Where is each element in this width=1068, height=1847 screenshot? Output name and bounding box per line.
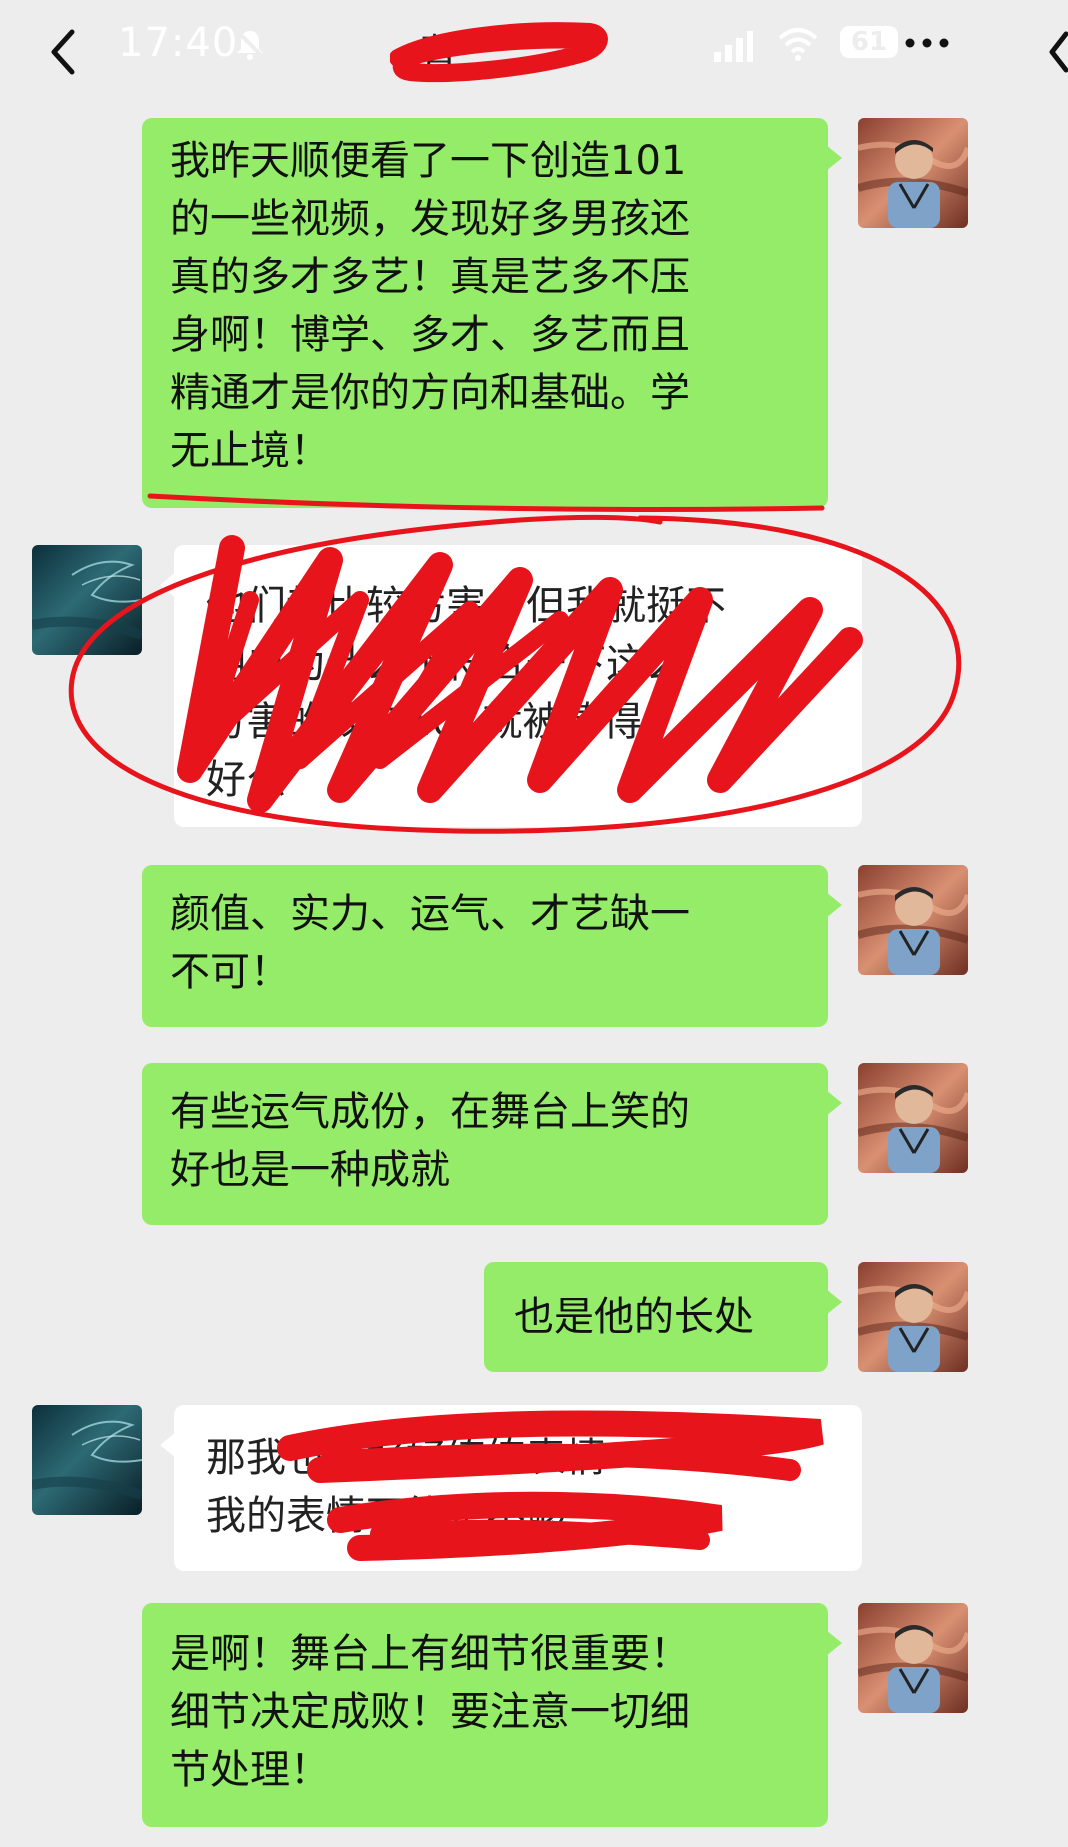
- bubble-tail: [826, 145, 842, 171]
- user-avatar[interactable]: [858, 1603, 968, 1713]
- message-text: 那我也要好好练练表情 我的表情可能是不够: [206, 1435, 606, 1539]
- bubble-tail: [826, 1630, 842, 1656]
- message-bubble-received[interactable]: 那我也要好好练练表情 我的表情可能是不够: [174, 1405, 862, 1571]
- back-icon[interactable]: [40, 22, 90, 82]
- message-bubble-sent[interactable]: 我昨天顺便看了一下创造101 的一些视频，发现好多男孩还 真的多才多艺！真是艺多…: [142, 118, 828, 508]
- battery-icon: 61: [840, 26, 898, 58]
- navigation-bar: 17:40 曹 61: [0, 0, 1068, 100]
- contact-avatar[interactable]: [32, 1405, 142, 1515]
- user-avatar[interactable]: [858, 118, 968, 228]
- message-text: 他们都比较厉害，但我就挺不 明白为什么不符合一下这么 厉害的我在101就被捧得 …: [206, 583, 726, 803]
- title-redaction-scribble: [390, 22, 608, 82]
- status-time: 17:40: [118, 20, 239, 66]
- user-avatar[interactable]: [858, 865, 968, 975]
- message-bubble-sent[interactable]: 有些运气成份，在舞台上笑的 好也是一种成就: [142, 1063, 828, 1225]
- edge-back-icon[interactable]: [1046, 22, 1068, 82]
- bubble-tail: [826, 1289, 842, 1315]
- message-bubble-received[interactable]: 他们都比较厉害，但我就挺不 明白为什么不符合一下这么 厉害的我在101就被捧得 …: [174, 545, 862, 827]
- contact-avatar[interactable]: [32, 545, 142, 655]
- message-text: 是啊！舞台上有细节很重要！ 细节决定成败！要注意一切细 节处理！: [170, 1631, 690, 1793]
- bubble-tail: [826, 892, 842, 918]
- user-avatar[interactable]: [858, 1063, 968, 1173]
- message-bubble-sent[interactable]: 是啊！舞台上有细节很重要！ 细节决定成败！要注意一切细 节处理！: [142, 1603, 828, 1827]
- message-bubble-sent[interactable]: 也是他的长处: [484, 1262, 828, 1372]
- more-icon[interactable]: [902, 32, 952, 54]
- user-avatar[interactable]: [858, 1262, 968, 1372]
- message-text: 我昨天顺便看了一下创造101 的一些视频，发现好多男孩还 真的多才多艺！真是艺多…: [170, 138, 690, 474]
- bell-mute-icon: [235, 29, 265, 60]
- message-text: 有些运气成份，在舞台上笑的 好也是一种成就: [170, 1089, 690, 1193]
- wifi-icon: [778, 28, 818, 61]
- message-text: 颜值、实力、运气、才艺缺一 不可！: [170, 891, 690, 995]
- message-text: 也是他的长处: [514, 1294, 754, 1340]
- signal-icon: [714, 31, 753, 62]
- bubble-tail: [826, 1090, 842, 1116]
- message-bubble-sent[interactable]: 颜值、实力、运气、才艺缺一 不可！: [142, 865, 828, 1027]
